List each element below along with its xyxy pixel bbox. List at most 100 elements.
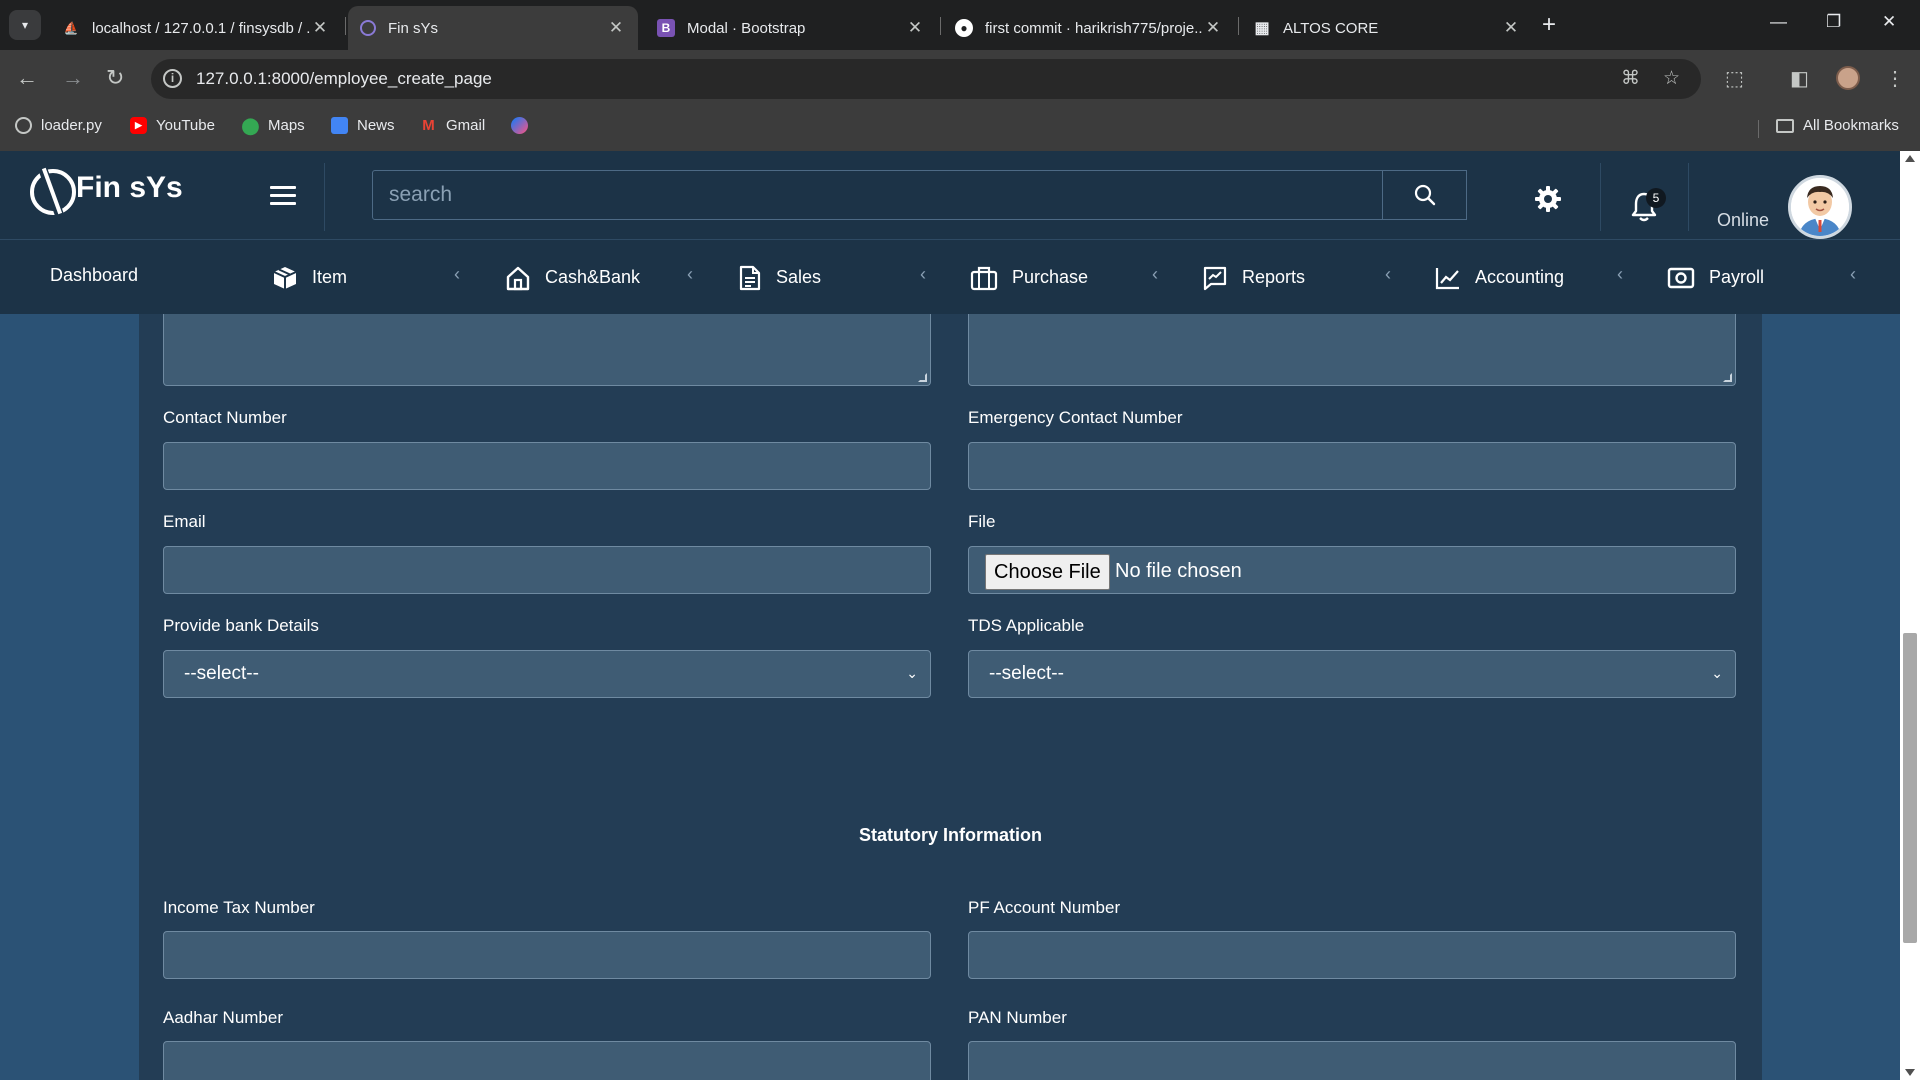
close-icon[interactable]: ✕ <box>310 18 330 38</box>
tab-search-icon[interactable]: ▾ <box>9 10 41 40</box>
pf-account-input[interactable] <box>968 931 1736 979</box>
search-input[interactable] <box>372 170 1383 220</box>
pan-input[interactable] <box>968 1041 1736 1080</box>
nav-label: Reports <box>1242 267 1306 287</box>
browser-tab[interactable]: ⛵ localhost / 127.0.0.1 / finsysdb / ...… <box>50 6 342 50</box>
close-icon[interactable]: ✕ <box>1501 18 1521 38</box>
all-bookmarks[interactable]: All Bookmarks <box>1776 117 1899 134</box>
email-input[interactable] <box>163 546 931 594</box>
scroll-thumb[interactable] <box>1903 633 1917 943</box>
chevron-left-icon[interactable]: ‹ <box>920 264 926 285</box>
chevron-down-icon: ⌄ <box>906 665 918 681</box>
forward-icon[interactable]: → <box>62 63 84 93</box>
globe-icon <box>15 117 32 134</box>
permanent-address-textarea[interactable] <box>968 314 1736 386</box>
browser-tab[interactable]: ● first commit · harikrish775/proje... ✕ <box>943 6 1235 50</box>
scroll-up-icon[interactable] <box>1905 155 1915 162</box>
chevron-left-icon[interactable]: ‹ <box>454 264 460 285</box>
nav-label: Dashboard <box>50 265 139 285</box>
close-icon[interactable]: ✕ <box>1203 18 1223 38</box>
profile-icon[interactable] <box>1836 66 1860 90</box>
bookmark-item[interactable]: ▶ YouTube <box>130 117 215 134</box>
browser-tab-strip: ▾ ⛵ localhost / 127.0.0.1 / finsysdb / .… <box>0 0 1920 50</box>
chevron-left-icon[interactable]: ‹ <box>1152 264 1158 285</box>
extensions-icon[interactable]: ⬚ <box>1725 66 1744 91</box>
pf-account-label: PF Account Number <box>968 898 1121 917</box>
bookmark-label: News <box>357 117 395 134</box>
resize-grip-icon[interactable] <box>918 373 927 382</box>
nav-reports[interactable]: Reports <box>1202 240 1305 315</box>
bootstrap-icon: B <box>657 19 675 37</box>
address-textarea[interactable] <box>163 314 931 386</box>
tab-title: first commit · harikrish775/proje... <box>985 19 1203 37</box>
page-scrollbar[interactable] <box>1900 151 1920 1080</box>
nav-label: Purchase <box>1012 267 1089 287</box>
nav-cash-bank[interactable]: Cash&Bank <box>505 240 640 315</box>
chevron-left-icon[interactable]: ‹ <box>1385 264 1391 285</box>
notification-badge: 5 <box>1646 188 1666 208</box>
nav-purchase[interactable]: Purchase <box>970 240 1088 315</box>
user-avatar[interactable] <box>1788 175 1852 239</box>
scroll-down-icon[interactable] <box>1905 1069 1915 1076</box>
github-icon: ● <box>955 19 973 37</box>
contact-number-input[interactable] <box>163 442 931 490</box>
minimize-icon[interactable]: — <box>1770 12 1787 32</box>
reload-icon[interactable]: ↻ <box>106 63 124 93</box>
nav-accounting[interactable]: Accounting <box>1435 240 1564 315</box>
menu-icon[interactable]: ⋮ <box>1885 66 1905 91</box>
nav-dashboard[interactable]: Dashboard <box>50 238 138 313</box>
app-icon <box>360 20 376 36</box>
select-value: --select-- <box>184 663 259 684</box>
translate-icon[interactable]: ⌘ <box>1621 67 1640 90</box>
nav-item[interactable]: Item <box>272 240 347 315</box>
settings-gear-icon[interactable] <box>1534 185 1562 213</box>
email-label: Email <box>163 512 206 531</box>
bookmark-item[interactable] <box>511 117 537 134</box>
close-window-icon[interactable]: ✕ <box>1882 12 1896 32</box>
bookmark-item[interactable]: M Gmail <box>420 117 485 134</box>
income-tax-label: Income Tax Number <box>163 898 315 917</box>
section-title: Statutory Information <box>859 825 1042 845</box>
home-icon <box>506 266 530 290</box>
chevron-left-icon[interactable]: ‹ <box>1617 264 1623 285</box>
brand-logo[interactable]: Fin sYs <box>30 167 183 215</box>
close-icon[interactable]: ✕ <box>606 18 626 38</box>
url-text[interactable]: 127.0.0.1:8000/employee_create_page <box>196 69 492 89</box>
aadhar-input[interactable] <box>163 1041 931 1080</box>
tab-separator <box>1238 17 1239 35</box>
browser-tab[interactable]: ▦ ALTOS CORE ✕ <box>1241 6 1533 50</box>
bank-details-select[interactable]: --select-- ⌄ <box>163 650 931 698</box>
gmail-icon: M <box>422 117 435 134</box>
back-icon[interactable]: ← <box>16 63 38 93</box>
chevron-left-icon[interactable]: ‹ <box>687 264 693 285</box>
online-status: Online <box>1717 210 1770 230</box>
emergency-contact-input[interactable] <box>968 442 1736 490</box>
resize-grip-icon[interactable] <box>1723 373 1732 382</box>
bookmark-item[interactable]: News <box>331 117 395 134</box>
hamburger-menu-icon[interactable] <box>270 186 296 206</box>
app-header: Fin sYs <box>0 151 1900 239</box>
chevron-left-icon[interactable]: ‹ <box>1850 264 1856 285</box>
bookmark-item[interactable]: ⬤ Maps <box>241 117 305 135</box>
close-icon[interactable]: ✕ <box>905 18 925 38</box>
maps-icon: ⬤ <box>241 117 260 135</box>
bookmark-separator <box>1758 120 1759 138</box>
file-input[interactable]: Choose File No file chosen <box>968 546 1736 594</box>
nav-sales[interactable]: Sales <box>738 240 821 315</box>
site-info-icon[interactable]: i <box>163 69 182 88</box>
tab-title: ALTOS CORE <box>1283 19 1379 37</box>
choose-file-button[interactable]: Choose File <box>985 554 1110 590</box>
restore-icon[interactable]: ❐ <box>1826 12 1841 32</box>
income-tax-input[interactable] <box>163 931 931 979</box>
nav-payroll[interactable]: Payroll <box>1667 240 1764 315</box>
side-panel-icon[interactable]: ◧ <box>1790 66 1809 91</box>
tds-select[interactable]: --select-- ⌄ <box>968 650 1736 698</box>
star-icon[interactable]: ☆ <box>1663 67 1680 90</box>
search-button[interactable] <box>1383 170 1467 220</box>
browser-tab[interactable]: B Modal · Bootstrap ✕ <box>645 6 937 50</box>
bookmark-item[interactable]: loader.py <box>15 117 102 134</box>
browser-tab-active[interactable]: Fin sYs ✕ <box>348 6 638 50</box>
new-tab-icon[interactable]: + <box>1542 10 1556 40</box>
tab-title: Fin sYs <box>388 19 439 37</box>
address-bar[interactable]: i 127.0.0.1:8000/employee_create_page ⌘ … <box>151 59 1701 99</box>
